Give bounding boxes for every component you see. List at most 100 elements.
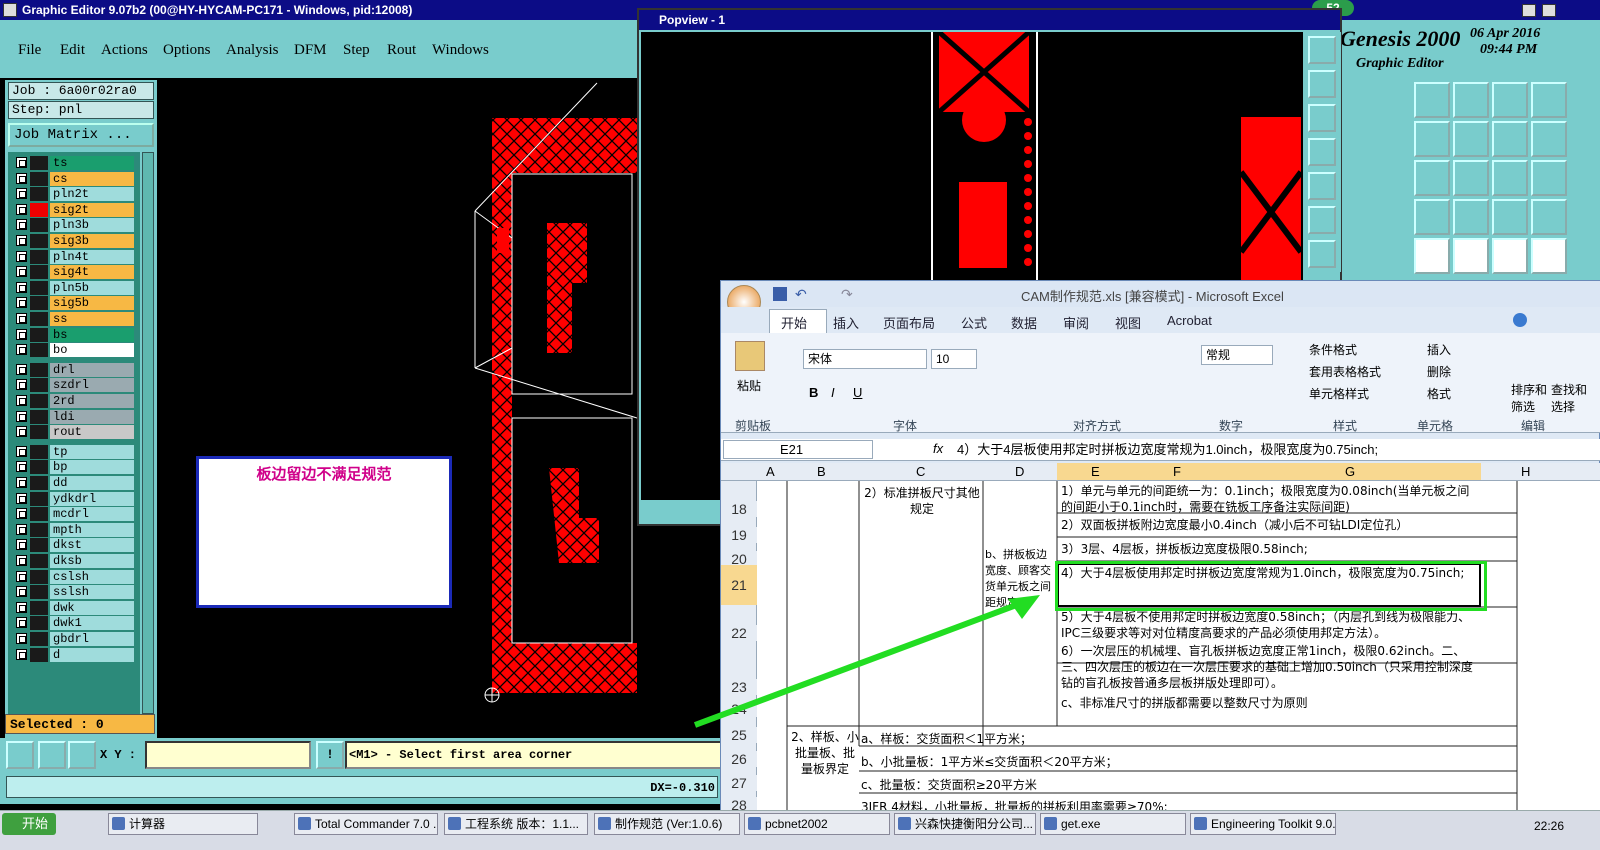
row-26[interactable]: 26	[721, 751, 757, 767]
layer-affected-swatch[interactable]	[30, 343, 48, 358]
tab-formulas[interactable]: 公式	[961, 313, 987, 332]
pop-tool-3-icon[interactable]	[1308, 104, 1336, 132]
cell-c18[interactable]: 2）标准拼板尺寸其他规定	[861, 485, 983, 517]
layer-row-szdrl[interactable]: szdrl	[14, 378, 134, 393]
probe-icon[interactable]	[1414, 238, 1450, 274]
layer-name[interactable]: sig5b	[50, 296, 134, 311]
layer-row-pln3b[interactable]: pln3b	[14, 218, 134, 233]
ratio-icon[interactable]	[1492, 160, 1528, 196]
layer-affected-swatch[interactable]	[30, 522, 48, 537]
layer-row-d[interactable]: d	[14, 647, 134, 662]
cell-e22[interactable]: 5）大于4层板不使用邦定时拼板边宽度0.58inch；（内层孔到线为极限能力、I…	[1061, 609, 1479, 641]
layer-name[interactable]: ts	[50, 156, 134, 170]
cell-e20[interactable]: 3）3层、4层板，拼板板边宽度极限0.58inch;	[1061, 541, 1479, 557]
menu-options[interactable]: Options	[163, 42, 211, 59]
layer-row-pln2t[interactable]: pln2t	[14, 187, 134, 202]
layer-row-bs[interactable]: bs	[14, 327, 134, 342]
layer-checkbox[interactable]	[16, 395, 27, 406]
layer-row-sslsh[interactable]: sslsh	[14, 585, 134, 600]
job-matrix-button[interactable]: Job Matrix ...	[8, 123, 154, 147]
layer-row-cslsh[interactable]: cslsh	[14, 569, 134, 584]
layer-name[interactable]: gbdrl	[50, 632, 134, 646]
trace-icon[interactable]	[1492, 199, 1528, 235]
menu-edit[interactable]: Edit	[60, 42, 85, 59]
format-as-table-button[interactable]: 套用表格格式	[1309, 363, 1381, 380]
layer-row-pln5b[interactable]: pln5b	[14, 280, 134, 295]
cell-b25[interactable]: 2、样板、小批量板、批量板界定	[791, 729, 859, 777]
layer-name[interactable]: pln5b	[50, 280, 134, 295]
layer-name[interactable]: bs	[50, 327, 134, 342]
layer-row-gbdrl[interactable]: gbdrl	[14, 632, 134, 646]
name-box[interactable]: E21	[723, 440, 873, 459]
layer-affected-swatch[interactable]	[30, 234, 48, 248]
rotate-icon[interactable]	[1531, 121, 1567, 157]
layer-checkbox[interactable]	[16, 172, 27, 184]
col-g[interactable]: G	[1345, 464, 1355, 479]
task-browser[interactable]: 兴森快捷衡阳分公司...	[894, 813, 1036, 835]
layer-scrollbar[interactable]	[142, 152, 154, 714]
cell-d24[interactable]: c、非标准尺寸的拼版都需要以整数尺寸为原则	[1061, 695, 1479, 711]
cell-e19[interactable]: 2）双面板拼板附边宽度最小0.4inch（减小后不可钻LDI定位孔）	[1061, 517, 1479, 533]
layer-row-2rd[interactable]: 2rd	[14, 394, 134, 408]
layer-affected-swatch[interactable]	[30, 280, 48, 295]
col-b[interactable]: B	[817, 464, 826, 479]
layer-name[interactable]: ldi	[50, 409, 134, 424]
layer-affected-swatch[interactable]	[30, 378, 48, 393]
cell-styles-button[interactable]: 单元格样式	[1309, 385, 1369, 402]
center-icon[interactable]	[1453, 160, 1489, 196]
pop-tool-7-icon[interactable]	[1308, 240, 1336, 268]
layer-affected-swatch[interactable]	[30, 444, 48, 459]
layer-affected-swatch[interactable]	[30, 156, 48, 170]
task-engineering-system[interactable]: 工程系统 版本：1.1...	[444, 813, 588, 835]
layer-name[interactable]: 2rd	[50, 394, 134, 408]
col-a[interactable]: A	[766, 464, 775, 479]
menu-rout[interactable]: Rout	[387, 42, 416, 59]
layer-row-ts[interactable]: ts	[14, 156, 134, 170]
layer-checkbox[interactable]	[16, 477, 27, 488]
layer-row-cs[interactable]: cs	[14, 171, 134, 186]
menu-analysis[interactable]: Analysis	[226, 42, 279, 59]
layer-checkbox[interactable]	[16, 508, 27, 520]
tab-insert[interactable]: 插入	[833, 313, 859, 332]
layer-affected-swatch[interactable]	[30, 632, 48, 646]
formula-input[interactable]: 4）大于4层板使用邦定时拼板边宽度常规为1.0inch，极限宽度为0.75inc…	[957, 439, 1597, 460]
measure-icon[interactable]	[1453, 238, 1489, 274]
layer-row-ss[interactable]: ss	[14, 312, 134, 326]
task-calculator[interactable]: 计算器	[108, 813, 258, 835]
xy-input[interactable]	[145, 741, 311, 769]
task-total-commander[interactable]: Total Commander 7.0 ...	[294, 813, 438, 835]
layer-row-dkst[interactable]: dkst	[14, 538, 134, 553]
minimize-icon[interactable]	[1522, 4, 1536, 17]
layer-name[interactable]: pln2t	[50, 187, 134, 202]
layer-name[interactable]: dkst	[50, 538, 134, 553]
layer-checkbox[interactable]	[16, 523, 27, 535]
col-e[interactable]: E	[1091, 464, 1100, 479]
layer-name[interactable]: dwk1	[50, 616, 134, 631]
layer-name[interactable]: szdrl	[50, 378, 134, 393]
layer-name[interactable]: rout	[50, 425, 134, 440]
pop-tool-6-icon[interactable]	[1308, 206, 1336, 234]
help-icon[interactable]	[1513, 313, 1527, 327]
layer-row-bo[interactable]: bo	[14, 343, 134, 358]
mirror-icon[interactable]	[1492, 121, 1528, 157]
row-19[interactable]: 19	[721, 527, 757, 543]
layer-checkbox[interactable]	[16, 586, 27, 598]
layer-row-dksb[interactable]: dksb	[14, 554, 134, 568]
zoom-area-icon[interactable]	[6, 741, 34, 769]
tab-page-layout[interactable]: 页面布局	[883, 313, 935, 332]
layer-name[interactable]: mpth	[50, 522, 134, 537]
number-format-select[interactable]: 常规	[1201, 345, 1273, 365]
layer-name[interactable]: ss	[50, 312, 134, 326]
home-icon[interactable]	[1492, 82, 1528, 118]
col-c[interactable]: C	[916, 464, 925, 479]
layer-affected-swatch[interactable]	[30, 554, 48, 568]
pop-tool-5-icon[interactable]	[1308, 172, 1336, 200]
format-cells-button[interactable]: 格式	[1427, 385, 1451, 402]
grid-icon[interactable]	[68, 741, 96, 769]
layer-affected-swatch[interactable]	[30, 362, 48, 377]
layer-row-mcdrl[interactable]: mcdrl	[14, 507, 134, 522]
record-icon[interactable]	[1531, 238, 1567, 274]
alert-icon[interactable]: !	[316, 741, 344, 769]
layer-name[interactable]: ydkdrl	[50, 491, 134, 506]
layer-checkbox[interactable]	[16, 188, 27, 200]
